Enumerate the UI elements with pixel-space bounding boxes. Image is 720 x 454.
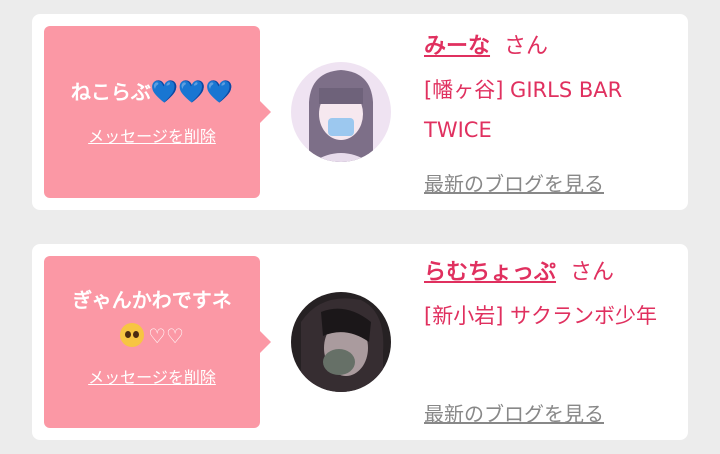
- white-hearts: ♡♡: [148, 324, 184, 348]
- latest-blog-link[interactable]: 最新のブログを見る: [424, 398, 604, 427]
- message-bubble: ねこらぶ💙💙💙 メッセージを削除: [44, 26, 271, 198]
- shop-name: [新小岩] サクランボ少年: [424, 304, 658, 328]
- message-text: ねこらぶ💙💙💙: [70, 80, 234, 105]
- message-card: ぎゃんかわですネ ♡♡ メッセージを削除 らむちょっぷ さん [新小岩] サクラン…: [32, 244, 688, 440]
- pleading-face-icon: [120, 323, 145, 347]
- delete-message-link[interactable]: メッセージを削除: [88, 123, 216, 147]
- girl-info: みーな さん [幡ヶ谷] GIRLS BAR TWICE: [424, 32, 674, 150]
- girl-info: らむちょっぷ さん [新小岩] サクランボ少年: [424, 258, 674, 336]
- delete-message-link[interactable]: メッセージを削除: [88, 364, 216, 388]
- message-text: ぎゃんかわですネ ♡♡: [72, 288, 232, 348]
- avatar-image: [291, 292, 391, 392]
- message-card: ねこらぶ💙💙💙 メッセージを削除 みーな さん [幡ヶ谷] GIRLS BAR T…: [32, 14, 688, 210]
- avatar[interactable]: [291, 62, 391, 162]
- blue-hearts: 💙💙💙: [150, 80, 234, 105]
- girl-name-link[interactable]: らむちょっぷ: [424, 260, 556, 285]
- girl-name-link[interactable]: みーな: [424, 34, 490, 59]
- honorific: さん: [504, 34, 549, 59]
- shop-name: [幡ヶ谷] GIRLS BAR TWICE: [424, 78, 623, 142]
- avatar-image: [291, 62, 391, 162]
- message-bubble: ぎゃんかわですネ ♡♡ メッセージを削除: [44, 256, 271, 428]
- avatar[interactable]: [291, 292, 391, 392]
- honorific: さん: [570, 260, 615, 285]
- latest-blog-link[interactable]: 最新のブログを見る: [424, 168, 604, 197]
